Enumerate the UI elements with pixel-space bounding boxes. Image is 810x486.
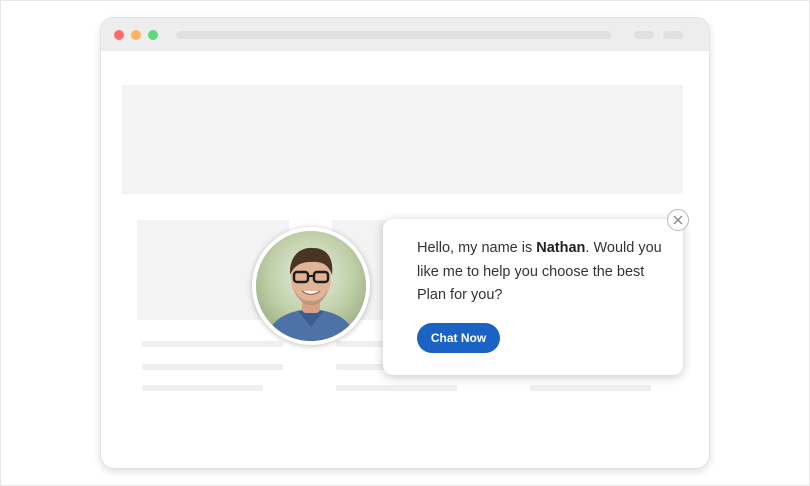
window-close-dot[interactable] <box>114 30 124 40</box>
close-icon <box>673 215 683 225</box>
close-popup-button[interactable] <box>667 209 689 231</box>
chat-popup: Hello, my name is Nathan. Would you like… <box>383 219 683 375</box>
window-maximize-dot[interactable] <box>148 30 158 40</box>
text-line-placeholder <box>142 341 283 347</box>
window-minimize-dot[interactable] <box>131 30 141 40</box>
address-bar-placeholder[interactable] <box>176 31 611 39</box>
browser-control-placeholder[interactable] <box>663 31 683 39</box>
agent-name: Nathan <box>536 240 586 256</box>
text-line-placeholder <box>142 385 263 391</box>
text-line-placeholder <box>530 385 651 391</box>
text-line-placeholder <box>142 364 283 370</box>
agent-photo <box>256 231 366 341</box>
browser-titlebar <box>101 18 709 51</box>
greeting-prefix: Hello, my name is <box>417 240 537 256</box>
text-line-placeholder <box>336 385 457 391</box>
agent-avatar <box>252 227 370 345</box>
hero-placeholder <box>122 85 683 194</box>
chat-now-button[interactable]: Chat Now <box>417 323 500 353</box>
browser-control-placeholder[interactable] <box>634 31 654 39</box>
text-line-placeholder <box>336 341 386 347</box>
chat-greeting: Hello, my name is Nathan. Would you like… <box>417 237 667 308</box>
text-line-placeholder <box>336 364 386 370</box>
